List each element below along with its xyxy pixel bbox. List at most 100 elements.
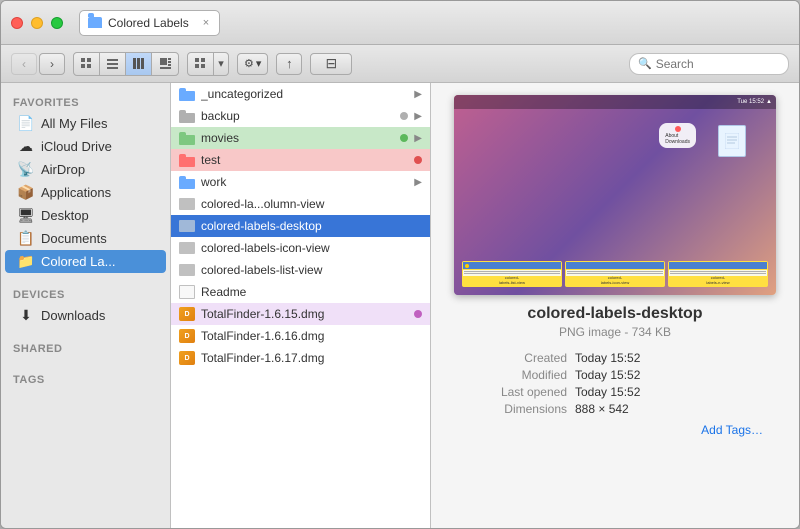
text-file-icon bbox=[179, 285, 195, 299]
traffic-lights bbox=[11, 17, 63, 29]
sidebar-item-documents[interactable]: 📋 Documents bbox=[5, 227, 166, 250]
file-item-movies[interactable]: movies ▶ bbox=[171, 127, 430, 149]
dmg-icon: D bbox=[179, 351, 195, 365]
mini-about-bubble: AboutDownloads bbox=[659, 123, 696, 148]
sidebar-item-applications[interactable]: 📦 Applications bbox=[5, 181, 166, 204]
sidebar-item-desktop[interactable]: 🖥 Desktop bbox=[5, 204, 166, 227]
minimize-button[interactable] bbox=[31, 17, 43, 29]
toolbar: ‹ › ▾ ⚙ ▾ ↑ bbox=[1, 45, 799, 83]
file-browser: _uncategorized ▶ backup ▶ movies ▶ bbox=[171, 83, 431, 528]
view-column-button[interactable] bbox=[126, 53, 152, 75]
mini-thumb-2: colored-labels-icon-view bbox=[565, 261, 665, 287]
detail-value: 888 × 542 bbox=[575, 402, 763, 416]
file-item-dmg-1616[interactable]: D TotalFinder-1.6.16.dmg bbox=[171, 325, 430, 347]
arrange-button[interactable] bbox=[188, 53, 214, 75]
file-label: work bbox=[201, 175, 408, 189]
tab-title: Colored Labels bbox=[108, 16, 189, 30]
search-input[interactable] bbox=[656, 57, 800, 71]
mini-desktop: Tue 15:52 ▲ AboutDownloads bbox=[454, 95, 776, 295]
maximize-button[interactable] bbox=[51, 17, 63, 29]
detail-value: Today 15:52 bbox=[575, 385, 763, 399]
label-dot bbox=[414, 310, 422, 318]
file-label: movies bbox=[201, 131, 394, 145]
close-button[interactable] bbox=[11, 17, 23, 29]
preview-image: Tue 15:52 ▲ AboutDownloads bbox=[454, 95, 776, 295]
mini-wifi-icon: ▲ bbox=[766, 99, 772, 105]
folder-icon bbox=[179, 88, 195, 101]
mini-file-icon bbox=[718, 125, 746, 157]
arrange-dropdown-arrow[interactable]: ▾ bbox=[214, 53, 228, 75]
file-item-dmg-1615[interactable]: D TotalFinder-1.6.15.dmg bbox=[171, 303, 430, 325]
file-label: colored-la...olumn-view bbox=[201, 197, 422, 211]
search-bar[interactable]: 🔍 bbox=[629, 53, 789, 75]
mini-about-label: AboutDownloads bbox=[665, 133, 690, 145]
file-item-colored-list[interactable]: colored-labels-list-view bbox=[171, 259, 430, 281]
detail-value: Today 15:52 bbox=[575, 368, 763, 382]
path-icon: ⊟ bbox=[326, 55, 338, 72]
share-icon: ↑ bbox=[286, 56, 293, 71]
file-item-backup[interactable]: backup ▶ bbox=[171, 105, 430, 127]
detail-row-created: Created Today 15:52 bbox=[467, 351, 763, 365]
action-button[interactable]: ⚙ ▾ bbox=[237, 53, 268, 75]
file-label: TotalFinder-1.6.17.dmg bbox=[201, 351, 422, 365]
view-list-button[interactable] bbox=[100, 53, 126, 75]
airdrop-icon: 📡 bbox=[17, 161, 35, 178]
search-icon: 🔍 bbox=[638, 57, 652, 70]
path-button[interactable]: ⊟ bbox=[310, 53, 352, 75]
file-arrow: ▶ bbox=[414, 133, 422, 144]
preview-file-type: PNG image - 734 KB bbox=[559, 325, 671, 339]
gear-icon: ⚙ bbox=[244, 57, 254, 70]
shared-header: Shared bbox=[1, 335, 170, 358]
detail-row-tags: Add Tags… bbox=[467, 419, 763, 437]
icloud-icon: ☁ bbox=[17, 138, 35, 155]
label-dot bbox=[400, 112, 408, 120]
mini-thumb-3: colored-labels-n-view bbox=[668, 261, 768, 287]
file-label: TotalFinder-1.6.15.dmg bbox=[201, 307, 408, 321]
detail-label: Created bbox=[467, 351, 567, 365]
file-item-colored-column[interactable]: colored-la...olumn-view bbox=[171, 193, 430, 215]
back-button[interactable]: ‹ bbox=[11, 53, 37, 75]
sidebar-item-colored-labels[interactable]: 📁 Colored La... bbox=[5, 250, 166, 273]
mini-menubar: Tue 15:52 ▲ bbox=[454, 95, 776, 109]
mini-thumb-1: colored-labels-list-view bbox=[462, 261, 562, 287]
view-icon-button[interactable] bbox=[74, 53, 100, 75]
file-item-dmg-1617[interactable]: D TotalFinder-1.6.17.dmg bbox=[171, 347, 430, 369]
file-item-colored-icon[interactable]: colored-labels-icon-view bbox=[171, 237, 430, 259]
add-tags-link[interactable]: Add Tags… bbox=[701, 423, 763, 437]
share-button[interactable]: ↑ bbox=[276, 53, 302, 75]
file-item-work[interactable]: work ▶ bbox=[171, 171, 430, 193]
active-tab[interactable]: Colored Labels × bbox=[79, 10, 220, 36]
file-label: colored-labels-list-view bbox=[201, 263, 422, 277]
nav-buttons: ‹ › bbox=[11, 53, 65, 75]
file-item-uncategorized[interactable]: _uncategorized ▶ bbox=[171, 83, 430, 105]
small-folder-icon bbox=[179, 220, 195, 232]
documents-icon: 📋 bbox=[17, 230, 35, 247]
tab-close-button[interactable]: × bbox=[203, 17, 209, 29]
file-item-test[interactable]: test bbox=[171, 149, 430, 171]
mini-label-2: colored-labels-icon-view bbox=[566, 276, 664, 286]
file-arrow: ▶ bbox=[414, 111, 422, 122]
mini-dot bbox=[675, 126, 681, 132]
sidebar-item-airdrop[interactable]: 📡 AirDrop bbox=[5, 158, 166, 181]
detail-label bbox=[467, 419, 567, 437]
view-cover-button[interactable] bbox=[152, 53, 178, 75]
forward-button[interactable]: › bbox=[39, 53, 65, 75]
small-folder-icon bbox=[179, 264, 195, 276]
sidebar-item-label: Colored La... bbox=[41, 254, 115, 269]
file-item-colored-desktop[interactable]: colored-labels-desktop bbox=[171, 215, 430, 237]
desktop-icon: 🖥 bbox=[17, 207, 35, 224]
view-buttons bbox=[73, 52, 179, 76]
detail-row-modified: Modified Today 15:52 bbox=[467, 368, 763, 382]
sidebar-item-downloads[interactable]: ⬇ Downloads bbox=[5, 304, 166, 327]
finder-window: Colored Labels × ‹ › bbox=[0, 0, 800, 529]
folder-icon bbox=[179, 110, 195, 123]
arrange-button-group: ▾ bbox=[187, 52, 229, 76]
sidebar-item-label: Desktop bbox=[41, 208, 89, 223]
sidebar-item-icloud[interactable]: ☁ iCloud Drive bbox=[5, 135, 166, 158]
sidebar-item-all-my-files[interactable]: 📄 All My Files bbox=[5, 112, 166, 135]
detail-label: Modified bbox=[467, 368, 567, 382]
preview-file-title: colored-labels-desktop bbox=[527, 305, 702, 323]
file-label: colored-labels-desktop bbox=[201, 219, 422, 233]
file-item-readme[interactable]: Readme bbox=[171, 281, 430, 303]
file-label: _uncategorized bbox=[201, 87, 408, 101]
